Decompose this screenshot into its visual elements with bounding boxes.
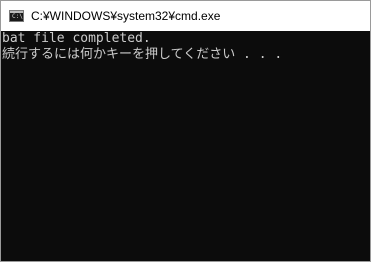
cmd-window: C:\ C:¥WINDOWS¥system32¥cmd.exe bat file… — [0, 0, 371, 262]
console-output[interactable]: bat file completed. 続行するには何かキーを押してください .… — [2, 31, 370, 261]
console-line: bat file completed. — [2, 31, 151, 46]
console-line: 続行するには何かキーを押してください . . . — [2, 47, 283, 62]
cmd-icon[interactable]: C:\ — [9, 10, 24, 22]
window-title: C:¥WINDOWS¥system32¥cmd.exe — [31, 9, 221, 23]
title-bar[interactable]: C:\ C:¥WINDOWS¥system32¥cmd.exe — [1, 0, 370, 31]
